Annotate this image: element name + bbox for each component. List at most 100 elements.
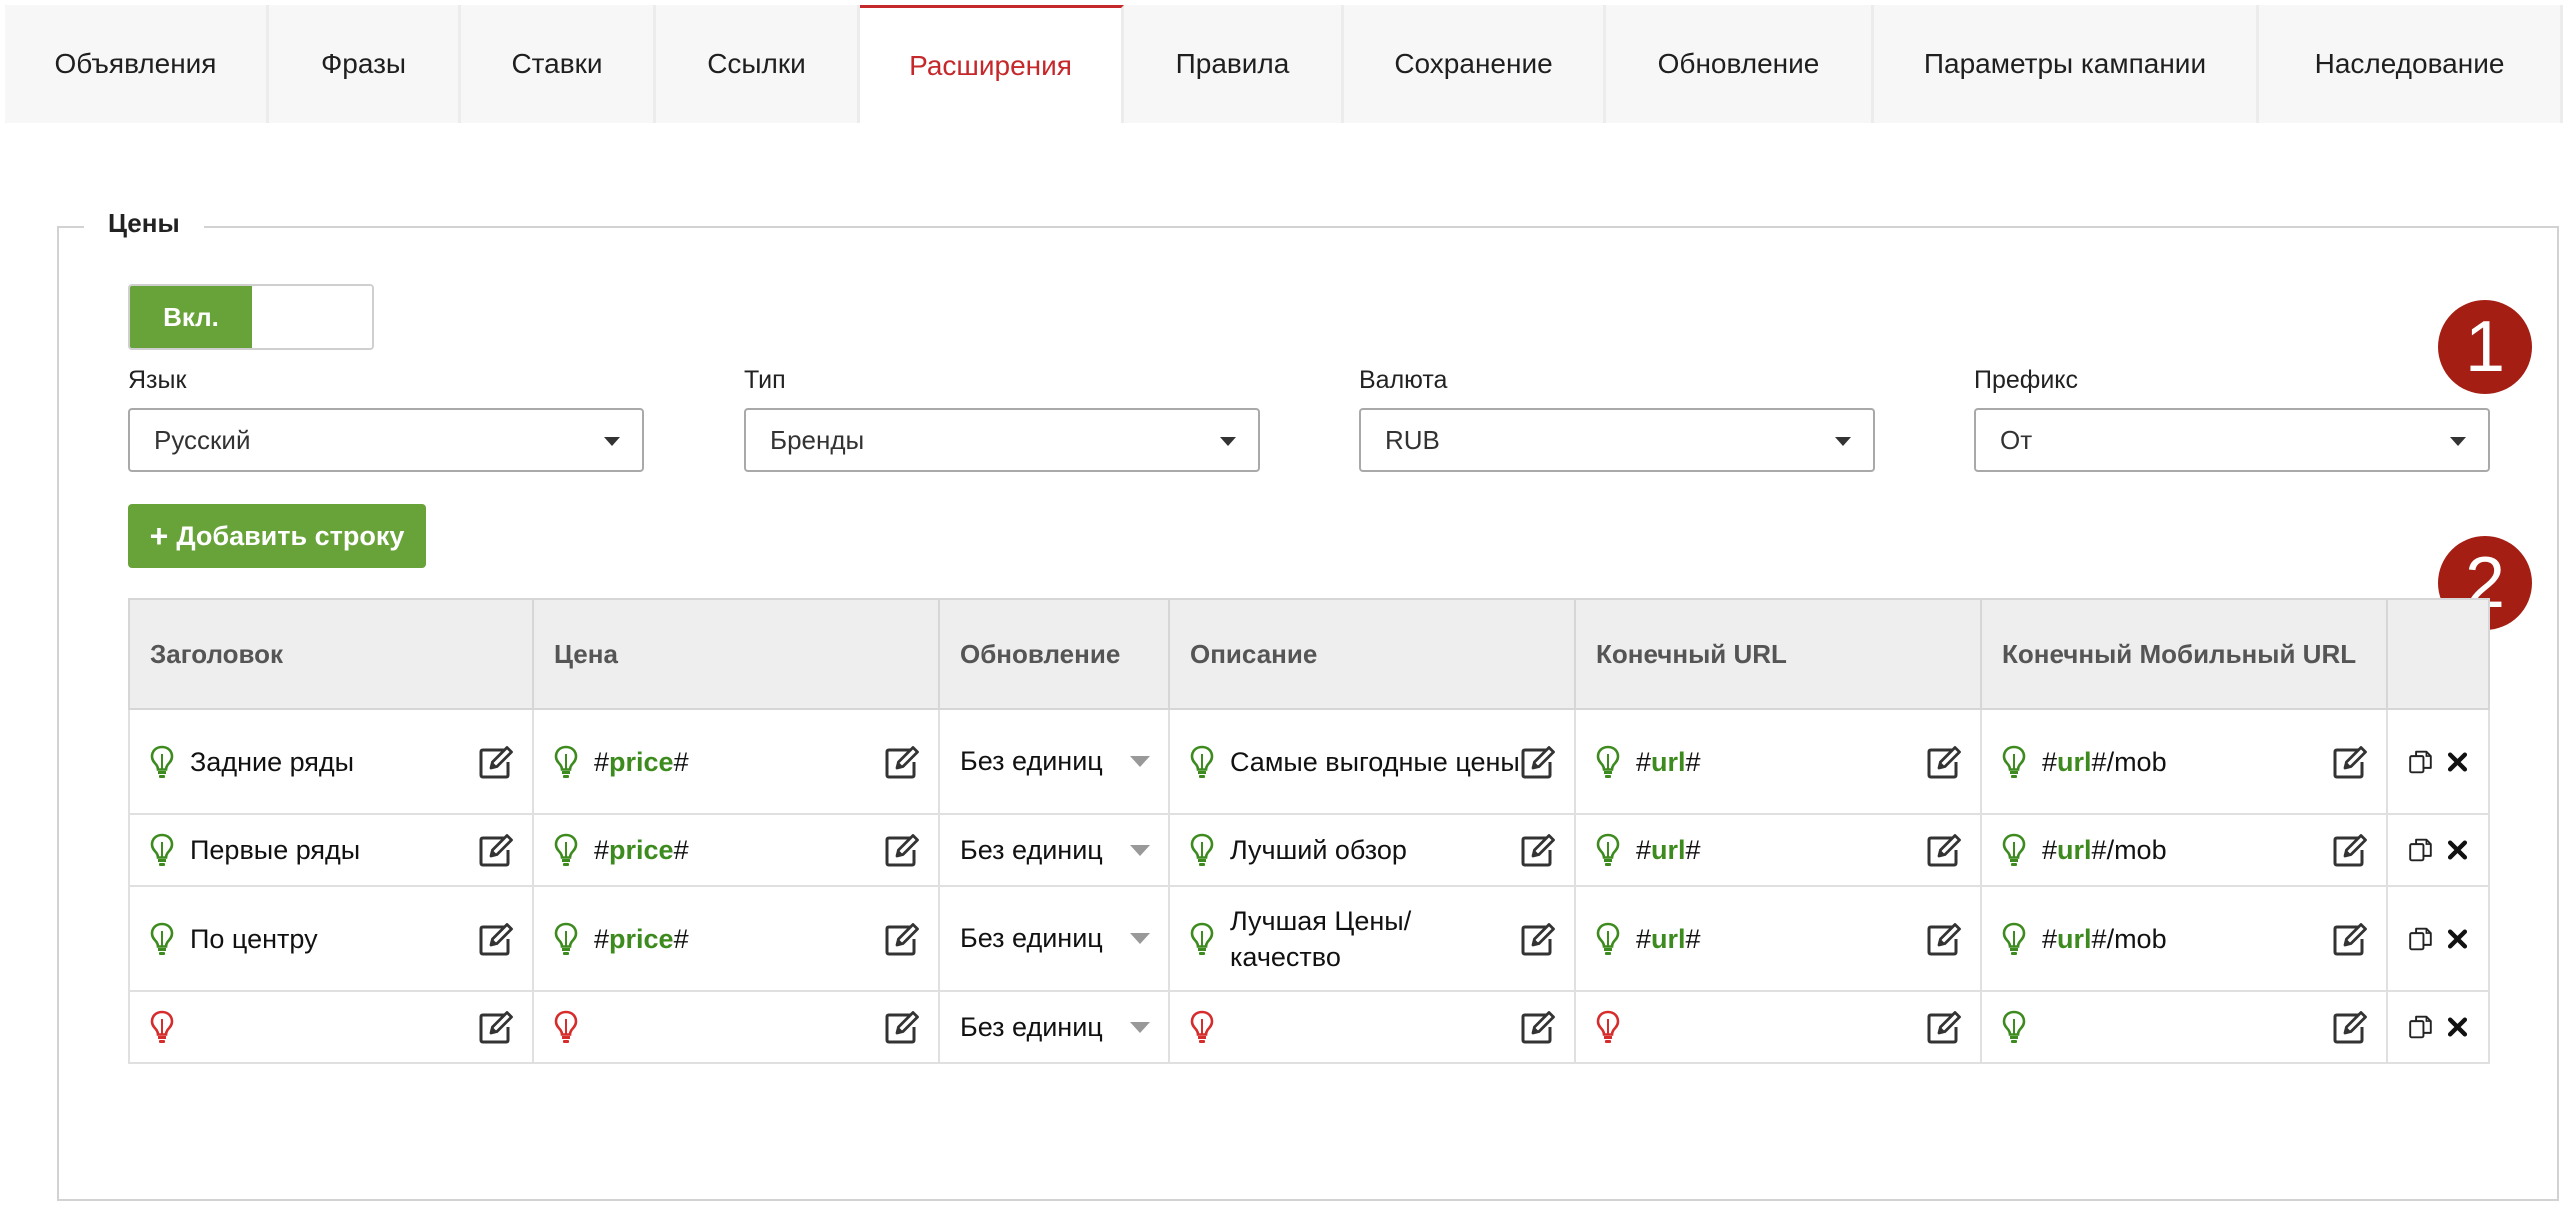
title-cell[interactable]: Задние ряды: [128, 708, 534, 815]
language-label: Язык: [128, 366, 187, 394]
tab-5[interactable]: Правила: [1124, 5, 1344, 123]
description-value: Самые выгодные цены: [1230, 746, 1520, 777]
price-value: #price#: [594, 923, 689, 954]
url-value: #url#: [1636, 835, 1701, 865]
unit-value: Без единиц: [960, 746, 1103, 776]
unit-cell[interactable]: Без единиц: [938, 885, 1170, 992]
edit-icon[interactable]: [884, 832, 920, 868]
tab-1[interactable]: Фразы: [269, 5, 461, 123]
unit-dropdown[interactable]: Без единиц: [960, 746, 1150, 777]
edit-icon[interactable]: [884, 921, 920, 957]
mobile-url-cell[interactable]: [1980, 990, 2388, 1064]
lightbulb-icon: [1190, 833, 1214, 867]
delete-icon[interactable]: [2445, 1010, 2470, 1044]
tab-4[interactable]: Расширения: [860, 5, 1124, 123]
edit-icon[interactable]: [1926, 832, 1962, 868]
unit-dropdown[interactable]: Без единиц: [960, 835, 1150, 866]
header-unit: Обновление: [938, 598, 1170, 710]
edit-icon[interactable]: [884, 744, 920, 780]
currency-label: Валюта: [1359, 366, 1448, 394]
title-value: Задние ряды: [190, 746, 355, 777]
description-cell[interactable]: Лучший обзор: [1168, 813, 1576, 887]
tab-2[interactable]: Ставки: [461, 5, 656, 123]
tab-9[interactable]: Наследование: [2259, 5, 2563, 123]
edit-icon[interactable]: [478, 832, 514, 868]
mobile-url-cell[interactable]: #url#/mob: [1980, 885, 2388, 992]
tab-8[interactable]: Параметры кампании: [1874, 5, 2259, 123]
lightbulb-icon: [2002, 745, 2026, 779]
price-cell[interactable]: #price#: [532, 885, 940, 992]
unit-dropdown[interactable]: Без единиц: [960, 1012, 1150, 1043]
url-value: #url#: [1636, 923, 1701, 954]
edit-icon[interactable]: [1520, 921, 1556, 957]
edit-icon[interactable]: [1926, 744, 1962, 780]
tab-7[interactable]: Обновление: [1606, 5, 1874, 123]
title-cell[interactable]: Первые ряды: [128, 813, 534, 887]
title-value: Первые ряды: [190, 835, 361, 865]
final-url-cell[interactable]: #url#: [1574, 813, 1982, 887]
edit-icon[interactable]: [1520, 1009, 1556, 1045]
price-table: Заголовок Цена Обновление Описание Конеч…: [128, 598, 2490, 1064]
tab-6[interactable]: Сохранение: [1344, 5, 1606, 123]
price-cell[interactable]: #price#: [532, 708, 940, 815]
edit-icon[interactable]: [884, 1009, 920, 1045]
copy-icon[interactable]: [2408, 922, 2433, 956]
edit-icon[interactable]: [1926, 921, 1962, 957]
unit-dropdown[interactable]: Без единиц: [960, 923, 1150, 954]
table-row: Первые ряды #price# Без единиц Лучший обзор…: [128, 813, 2490, 887]
add-row-button[interactable]: + Добавить строку: [128, 504, 426, 568]
lightbulb-icon: [2002, 1010, 2026, 1044]
price-cell[interactable]: #price#: [532, 813, 940, 887]
mobile-url-cell[interactable]: #url#/mob: [1980, 813, 2388, 887]
edit-icon[interactable]: [1520, 744, 1556, 780]
description-cell[interactable]: [1168, 990, 1576, 1064]
description-value: Лучшая Цены/качество: [1230, 905, 1412, 972]
edit-icon[interactable]: [2332, 1009, 2368, 1045]
lightbulb-icon: [1596, 833, 1620, 867]
enable-toggle[interactable]: Вкл.: [128, 284, 374, 350]
header-final-url: Конечный URL: [1574, 598, 1982, 710]
unit-cell[interactable]: Без единиц: [938, 813, 1170, 887]
table-row: По центру #price# Без единиц Лучшая Цены/ка…: [128, 885, 2490, 992]
title-cell[interactable]: [128, 990, 534, 1064]
edit-icon[interactable]: [1520, 832, 1556, 868]
actions-cell: [2386, 885, 2490, 992]
url-value: #url#: [1636, 746, 1701, 777]
final-url-cell[interactable]: [1574, 990, 1982, 1064]
tab-0[interactable]: Объявления: [5, 5, 269, 123]
tab-3[interactable]: Ссылки: [656, 5, 860, 123]
type-select[interactable]: Бренды: [744, 408, 1260, 472]
lightbulb-icon: [1596, 922, 1620, 956]
edit-icon[interactable]: [2332, 921, 2368, 957]
lightbulb-icon: [1596, 1010, 1620, 1044]
delete-icon[interactable]: [2445, 922, 2470, 956]
copy-icon[interactable]: [2408, 833, 2433, 867]
title-value: По центру: [190, 923, 318, 954]
edit-icon[interactable]: [2332, 832, 2368, 868]
header-actions: [2386, 598, 2490, 710]
price-cell[interactable]: [532, 990, 940, 1064]
lightbulb-icon: [2002, 833, 2026, 867]
final-url-cell[interactable]: #url#: [1574, 885, 1982, 992]
unit-cell[interactable]: Без единиц: [938, 990, 1170, 1064]
description-cell[interactable]: Лучшая Цены/качество: [1168, 885, 1576, 992]
delete-icon[interactable]: [2445, 833, 2470, 867]
edit-icon[interactable]: [478, 921, 514, 957]
unit-cell[interactable]: Без единиц: [938, 708, 1170, 815]
delete-icon[interactable]: [2445, 745, 2470, 779]
copy-icon[interactable]: [2408, 1010, 2433, 1044]
language-select[interactable]: Русский: [128, 408, 644, 472]
edit-icon[interactable]: [478, 1009, 514, 1045]
lightbulb-icon: [554, 745, 578, 779]
copy-icon[interactable]: [2408, 745, 2433, 779]
edit-icon[interactable]: [1926, 1009, 1962, 1045]
final-url-cell[interactable]: #url#: [1574, 708, 1982, 815]
mobile-url-cell[interactable]: #url#/mob: [1980, 708, 2388, 815]
edit-icon[interactable]: [478, 744, 514, 780]
edit-icon[interactable]: [2332, 744, 2368, 780]
description-cell[interactable]: Самые выгодные цены: [1168, 708, 1576, 815]
prefix-select[interactable]: От: [1974, 408, 2490, 472]
currency-select[interactable]: RUB: [1359, 408, 1875, 472]
title-cell[interactable]: По центру: [128, 885, 534, 992]
header-title: Заголовок: [128, 598, 534, 710]
